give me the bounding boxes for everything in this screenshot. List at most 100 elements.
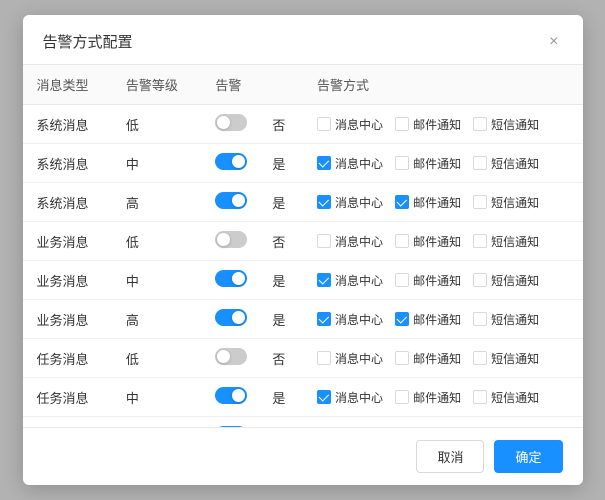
checkbox-item[interactable]: 短信通知 xyxy=(473,116,539,133)
confirm-button[interactable]: 确定 xyxy=(494,440,562,473)
cell-toggle[interactable] xyxy=(201,417,268,428)
checkbox-label: 消息中心 xyxy=(335,155,383,172)
checkbox-icon[interactable] xyxy=(473,312,487,326)
cancel-button[interactable]: 取消 xyxy=(416,440,484,473)
cell-toggle[interactable] xyxy=(201,144,268,183)
cell-toggle[interactable] xyxy=(201,222,268,261)
checkbox-item[interactable]: 短信通知 xyxy=(473,389,539,406)
toggle-switch[interactable] xyxy=(215,231,247,248)
checkbox-icon[interactable] xyxy=(317,351,331,365)
cell-toggle-label: 否 xyxy=(268,339,303,378)
checkbox-icon[interactable] xyxy=(317,273,331,287)
toggle-switch[interactable] xyxy=(215,192,247,209)
cell-notify-options: 消息中心 邮件通知短信通知 xyxy=(303,183,582,222)
checkbox-item[interactable]: 邮件通知 xyxy=(395,194,461,211)
checkbox-item[interactable]: 邮件通知 xyxy=(395,272,461,289)
checkbox-item[interactable]: 消息中心 xyxy=(317,155,383,172)
cell-level: 中 xyxy=(112,378,201,417)
cell-toggle-label: 是 xyxy=(268,144,303,183)
table-row: 系统消息低否消息中心邮件通知短信通知 xyxy=(23,105,583,144)
checkbox-item[interactable]: 消息中心 xyxy=(317,194,383,211)
toggle-switch[interactable] xyxy=(215,114,247,131)
cell-notify-options: 消息中心 邮件通知 短信通知 xyxy=(303,105,582,144)
checkbox-item[interactable]: 消息中心 xyxy=(317,116,383,133)
cell-toggle[interactable] xyxy=(201,183,268,222)
cell-type: 系统消息 xyxy=(23,144,112,183)
checkbox-icon[interactable] xyxy=(317,390,331,404)
col-header-method: 告警方式 xyxy=(303,65,582,105)
checkbox-icon[interactable] xyxy=(317,312,331,326)
checkbox-item[interactable]: 短信通知 xyxy=(473,350,539,367)
cell-notify-options: 消息中心邮件通知短信通知 xyxy=(303,417,582,428)
checkbox-item[interactable]: 邮件通知 xyxy=(395,389,461,406)
checkbox-label: 邮件通知 xyxy=(413,350,461,367)
checkbox-icon[interactable] xyxy=(473,156,487,170)
checkbox-icon[interactable] xyxy=(395,156,409,170)
checkbox-icon[interactable] xyxy=(473,351,487,365)
table-row: 任务消息中是消息中心邮件通知短信通知 xyxy=(23,378,583,417)
checkbox-item[interactable]: 短信通知 xyxy=(473,272,539,289)
checkbox-icon[interactable] xyxy=(395,195,409,209)
checkbox-icon[interactable] xyxy=(395,234,409,248)
checkbox-item[interactable]: 邮件通知 xyxy=(395,233,461,250)
col-header-empty xyxy=(268,65,303,105)
checkbox-icon[interactable] xyxy=(473,390,487,404)
checkbox-icon[interactable] xyxy=(473,273,487,287)
toggle-switch[interactable] xyxy=(215,153,247,170)
cell-toggle[interactable] xyxy=(201,105,268,144)
cell-level: 高 xyxy=(112,183,201,222)
checkbox-item[interactable]: 消息中心 xyxy=(317,272,383,289)
toggle-switch[interactable] xyxy=(215,387,247,404)
cell-level: 低 xyxy=(112,105,201,144)
cell-type: 系统消息 xyxy=(23,183,112,222)
checkbox-item[interactable]: 短信通知 xyxy=(473,155,539,172)
checkbox-icon[interactable] xyxy=(395,312,409,326)
checkbox-label: 邮件通知 xyxy=(413,272,461,289)
checkbox-icon[interactable] xyxy=(395,390,409,404)
toggle-switch[interactable] xyxy=(215,270,247,287)
cell-toggle[interactable] xyxy=(201,300,268,339)
checkbox-label: 短信通知 xyxy=(491,311,539,328)
checkbox-label: 消息中心 xyxy=(335,194,383,211)
checkbox-icon[interactable] xyxy=(473,117,487,131)
checkbox-item[interactable]: 消息中心 xyxy=(317,311,383,328)
checkbox-icon[interactable] xyxy=(317,156,331,170)
cell-toggle[interactable] xyxy=(201,378,268,417)
toggle-switch[interactable] xyxy=(215,309,247,326)
dialog-footer: 取消 确定 xyxy=(23,427,583,485)
checkbox-item[interactable]: 邮件通知 xyxy=(395,116,461,133)
checkbox-item[interactable]: 短信通知 xyxy=(473,311,539,328)
checkbox-icon[interactable] xyxy=(473,195,487,209)
checkbox-item[interactable]: 邮件通知 xyxy=(395,155,461,172)
close-button[interactable]: × xyxy=(545,32,562,52)
alert-config-dialog: 告警方式配置 × 消息类型 告警等级 告警 告警方式 系统消息低否消息中心邮件通… xyxy=(23,15,583,485)
checkbox-item[interactable]: 短信通知 xyxy=(473,194,539,211)
checkbox-item[interactable]: 邮件通知 xyxy=(395,350,461,367)
checkbox-item[interactable]: 消息中心 xyxy=(317,233,383,250)
checkbox-icon[interactable] xyxy=(317,195,331,209)
checkbox-icon[interactable] xyxy=(395,117,409,131)
toggle-switch[interactable] xyxy=(215,426,247,427)
cell-toggle[interactable] xyxy=(201,261,268,300)
cell-toggle[interactable] xyxy=(201,339,268,378)
checkbox-icon[interactable] xyxy=(317,117,331,131)
checkbox-label: 短信通知 xyxy=(491,116,539,133)
toggle-switch[interactable] xyxy=(215,348,247,365)
cell-type: 业务消息 xyxy=(23,300,112,339)
checkbox-label: 消息中心 xyxy=(335,389,383,406)
checkbox-icon[interactable] xyxy=(395,273,409,287)
cell-type: 任务消息 xyxy=(23,339,112,378)
dialog-title: 告警方式配置 xyxy=(43,31,133,52)
checkbox-icon[interactable] xyxy=(317,234,331,248)
checkbox-label: 邮件通知 xyxy=(413,194,461,211)
checkbox-icon[interactable] xyxy=(473,234,487,248)
checkbox-label: 消息中心 xyxy=(335,116,383,133)
checkbox-item[interactable]: 消息中心 xyxy=(317,389,383,406)
checkbox-label: 邮件通知 xyxy=(413,116,461,133)
checkbox-icon[interactable] xyxy=(395,351,409,365)
checkbox-item[interactable]: 邮件通知 xyxy=(395,311,461,328)
cell-toggle-label: 否 xyxy=(268,105,303,144)
checkbox-item[interactable]: 消息中心 xyxy=(317,350,383,367)
checkbox-item[interactable]: 短信通知 xyxy=(473,233,539,250)
col-header-toggle: 告警 xyxy=(201,65,268,105)
